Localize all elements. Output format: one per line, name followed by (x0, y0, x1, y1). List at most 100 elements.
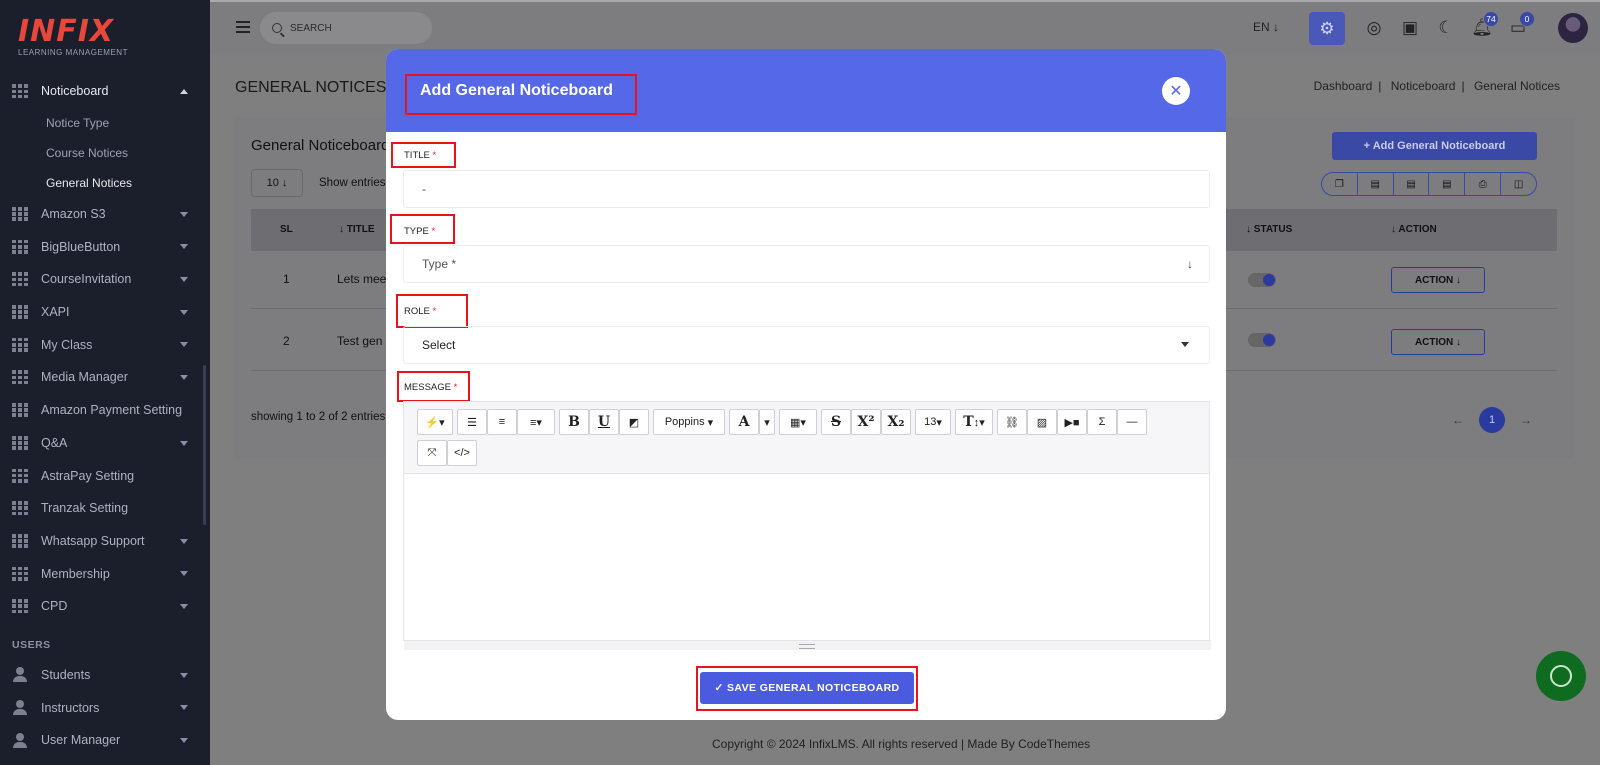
pdf-icon[interactable]: ▤ (1429, 173, 1466, 195)
sidebar-item-astrapay-setting[interactable]: AstraPay Setting (0, 459, 210, 492)
chevron-down-icon (180, 211, 188, 217)
print-icon[interactable]: ⎙ (1465, 173, 1502, 195)
fullscreen-icon[interactable]: ⤧ (417, 440, 447, 466)
type-select[interactable]: Type * ↓ (403, 245, 1210, 283)
line-height-icon[interactable]: T ↕▾ (955, 409, 993, 435)
sidebar-item-my-class[interactable]: My Class (0, 328, 210, 361)
breadcrumb-dashboard[interactable]: Dashboard (1314, 79, 1373, 93)
chat-icon[interactable]: ▭ 0 (1505, 11, 1535, 42)
add-notice-modal: Add General Noticeboard ✕ TITLE * - TYPE… (386, 49, 1226, 720)
columns-icon[interactable]: ◫ (1501, 173, 1536, 195)
font-color-icon[interactable]: A (729, 409, 759, 435)
editor-toolbar: ⚡▾ ☰ ≡ ≡▾ B U ◩ Poppins ▾ A ▾ ▦▾ S X² X₂… (404, 402, 1209, 474)
subscript-icon[interactable]: X₂ (881, 409, 911, 435)
whatsapp-icon (1550, 665, 1572, 687)
add-notice-button[interactable]: + Add General Noticeboard (1332, 132, 1537, 160)
col-title[interactable]: ↓ TITLE (339, 224, 375, 235)
sidebar-subitem-notice-type[interactable]: Notice Type (0, 108, 210, 138)
sidebar-subitem-course-notices[interactable]: Course Notices (0, 138, 210, 168)
grid-icon (12, 207, 28, 222)
magic-icon[interactable]: ⚡▾ (417, 409, 453, 435)
bullet-list-icon[interactable]: ☰ (457, 409, 487, 435)
sidebar-item-amazon-s3[interactable]: Amazon S3 (0, 198, 210, 231)
image-icon[interactable]: ▨ (1027, 409, 1057, 435)
menu-toggle-icon[interactable] (236, 21, 250, 33)
font-family-select[interactable]: Poppins ▾ (653, 409, 725, 435)
user-icon (12, 667, 28, 683)
col-status[interactable]: ↓ STATUS (1246, 224, 1292, 235)
sidebar-item-cpd[interactable]: CPD (0, 590, 210, 623)
sidebar-item-instructors[interactable]: Instructors (0, 691, 210, 724)
ordered-list-icon[interactable]: ≡ (487, 409, 517, 435)
per-page-select[interactable]: 10 ↓ (251, 169, 303, 197)
underline-icon[interactable]: U (589, 409, 619, 435)
sidebar-item-courseinvitation[interactable]: CourseInvitation (0, 263, 210, 296)
sidebar-item-bigbluebutton[interactable]: BigBlueButton (0, 230, 210, 263)
table-icon[interactable]: ▦▾ (779, 409, 817, 435)
action-button[interactable]: ACTION ↓ (1391, 329, 1485, 355)
sidebar-item-label: Whatsapp Support (41, 533, 145, 548)
logo[interactable]: INFIX LEARNING MANAGEMENT (0, 0, 210, 60)
status-toggle[interactable] (1248, 273, 1276, 287)
page-number[interactable]: 1 (1479, 407, 1505, 433)
col-sl[interactable]: SL (280, 224, 293, 235)
sidebar-item-xapi[interactable]: XAPI (0, 296, 210, 329)
sidebar-item-q-a[interactable]: Q&A (0, 427, 210, 460)
link-icon[interactable]: ⛓ (997, 409, 1027, 435)
sidebar-subitem-general-notices[interactable]: General Notices (0, 168, 210, 198)
whatsapp-button[interactable] (1536, 651, 1586, 701)
editor-content[interactable] (404, 474, 1209, 640)
horizontal-rule-icon[interactable]: — (1117, 409, 1147, 435)
cpu-icon[interactable]: ⚙ (1309, 12, 1345, 45)
sidebar-item-whatsapp-support[interactable]: Whatsapp Support (0, 525, 210, 558)
sidebar-item-user-manager[interactable]: User Manager (0, 724, 210, 757)
align-icon[interactable]: ≡▾ (517, 409, 555, 435)
moon-icon[interactable]: ☾ (1433, 14, 1459, 42)
font-color-dropdown-icon[interactable]: ▾ (759, 409, 775, 435)
sidebar-item-label: Noticeboard (41, 84, 109, 99)
video-icon[interactable]: ▶■ (1057, 409, 1087, 435)
globe-icon[interactable]: ◎ (1361, 14, 1387, 42)
sidebar-scrollbar[interactable] (203, 365, 206, 525)
title-input[interactable]: - (403, 170, 1210, 208)
prev-page-icon[interactable]: ← (1447, 409, 1469, 431)
avatar[interactable] (1558, 13, 1588, 43)
strikethrough-icon[interactable]: S (821, 409, 851, 435)
show-entries-label: Show entries (319, 177, 386, 189)
chevron-down-icon (180, 538, 188, 544)
editor-resize-handle[interactable] (404, 640, 1211, 650)
copy-icon[interactable]: ❐ (1322, 173, 1358, 195)
message-editor: ⚡▾ ☰ ≡ ≡▾ B U ◩ Poppins ▾ A ▾ ▦▾ S X² X₂… (403, 401, 1211, 650)
font-size-select[interactable]: 13 ▾ (915, 409, 951, 435)
math-icon[interactable]: Σ (1087, 409, 1117, 435)
breadcrumb-noticeboard[interactable]: Noticeboard (1391, 79, 1456, 93)
col-action[interactable]: ↓ ACTION (1391, 224, 1437, 235)
row-title: Test gen (337, 334, 383, 348)
status-toggle[interactable] (1248, 333, 1276, 347)
sidebar-item-tranzak-setting[interactable]: Tranzak Setting (0, 492, 210, 525)
search-input[interactable]: SEARCH (260, 12, 432, 44)
caret-down-icon (1181, 342, 1189, 347)
bell-icon[interactable]: 🔔︎ 74 (1469, 11, 1499, 42)
csv-icon[interactable]: ▤ (1394, 173, 1430, 195)
code-view-icon[interactable]: </> (447, 440, 477, 466)
eraser-icon[interactable]: ◩ (619, 409, 649, 435)
role-select[interactable]: Select (403, 326, 1210, 364)
action-button[interactable]: ACTION ↓ (1391, 267, 1485, 293)
bold-icon[interactable]: B (559, 409, 589, 435)
next-page-icon[interactable]: → (1515, 409, 1537, 431)
close-icon[interactable]: ✕ (1162, 77, 1190, 105)
language-selector[interactable]: EN ↓ (1253, 20, 1279, 34)
layout-icon[interactable]: ▣ (1397, 14, 1423, 42)
sidebar-item-membership[interactable]: Membership (0, 557, 210, 590)
sidebar-item-label: User Manager (41, 733, 121, 748)
sidebar-item-label: Students (41, 667, 91, 682)
notifications-badge: 74 (1483, 11, 1499, 27)
superscript-icon[interactable]: X² (851, 409, 881, 435)
top-bar: SEARCH EN ↓ ⚙ ◎ ▣ ☾ 🔔︎ 74 ▭ 0 (210, 0, 1600, 54)
sidebar-item-media-manager[interactable]: Media Manager (0, 361, 210, 394)
sidebar-item-noticeboard[interactable]: Noticeboard (0, 75, 210, 108)
sidebar-item-students[interactable]: Students (0, 659, 210, 692)
excel-icon[interactable]: ▤ (1358, 173, 1394, 195)
sidebar-item-amazon-payment-setting[interactable]: Amazon Payment Setting (0, 394, 210, 427)
